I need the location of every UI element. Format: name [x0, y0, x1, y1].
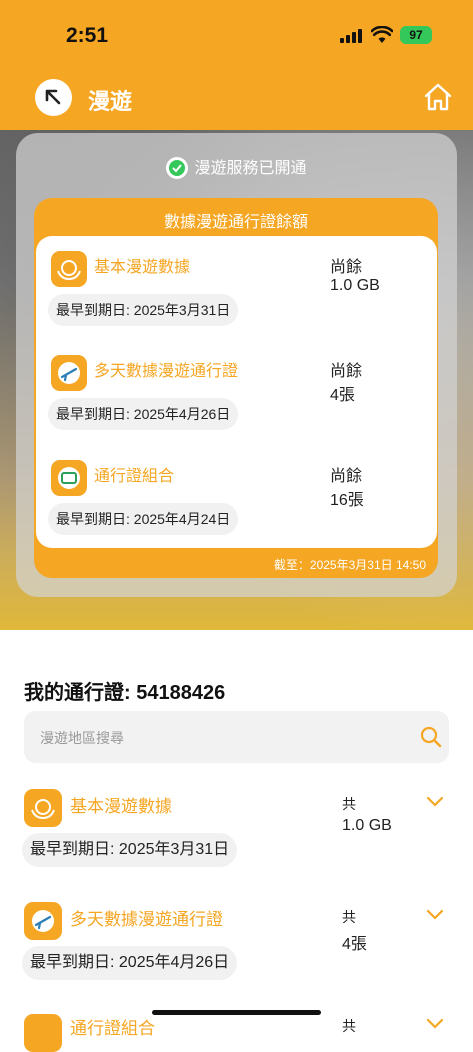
search-bar	[24, 711, 449, 763]
battery-icon: 97	[400, 26, 432, 44]
my-passes-title: 我的通行證: 54188426	[24, 682, 226, 704]
chevron-down-icon[interactable]	[426, 796, 444, 808]
home-icon[interactable]	[423, 82, 453, 112]
plane-icon	[51, 355, 87, 391]
total-value: 4張	[342, 936, 367, 953]
remaining-value: 1.0 GB	[330, 277, 380, 294]
total-label: 共	[342, 909, 356, 925]
balance-item-name: 多天數據漫遊通行證	[94, 363, 239, 380]
chevron-down-icon[interactable]	[426, 1018, 444, 1030]
home-indicator[interactable]	[152, 1010, 321, 1015]
balance-item-name: 通行證組合	[94, 468, 175, 485]
globe-hands-icon	[24, 789, 62, 827]
remaining-label: 尚餘	[330, 468, 363, 485]
expiry-date: 最早到期日: 2025年4月24日	[48, 503, 239, 535]
chevron-down-icon[interactable]	[426, 909, 444, 921]
expiry-date: 最早到期日: 2025年3月31日	[22, 833, 238, 867]
expiry-date: 最早到期日: 2025年4月26日	[22, 946, 238, 980]
ticket-icon	[51, 460, 87, 496]
balance-timestamp: 截至：2025年3月31日 14:50	[273, 558, 426, 572]
plane-icon	[24, 902, 62, 940]
search-icon[interactable]	[419, 725, 443, 749]
search-input[interactable]	[38, 725, 402, 751]
service-status: 漫遊服務已開通	[0, 154, 473, 180]
pass-name: 基本漫遊數據	[70, 797, 172, 816]
ticket-icon	[24, 1014, 62, 1052]
wifi-icon	[371, 26, 393, 43]
page-title: 漫遊	[88, 89, 133, 114]
pass-name: 多天數據漫遊通行證	[70, 910, 223, 929]
status-time: 2:51	[66, 24, 109, 47]
remaining-value: 4張	[330, 387, 355, 404]
balance-card-title: 數據漫遊通行證餘額	[163, 214, 308, 231]
total-label: 共	[342, 796, 356, 812]
total-label: 共	[342, 1018, 356, 1034]
arrow-up-left-icon	[45, 89, 61, 105]
service-status-text: 漫遊服務已開通	[194, 160, 307, 177]
check-circle-icon	[166, 156, 189, 179]
remaining-label: 尚餘	[330, 363, 363, 380]
expiry-date: 最早到期日: 2025年4月26日	[48, 398, 239, 430]
pass-name: 通行證組合	[70, 1019, 155, 1038]
back-button[interactable]	[35, 79, 72, 116]
total-value: 1.0 GB	[342, 817, 392, 834]
status-bar: 2:51 97	[0, 0, 473, 70]
globe-hands-icon	[51, 251, 87, 287]
expiry-date: 最早到期日: 2025年3月31日	[48, 294, 239, 326]
cellular-signal-icon	[340, 29, 364, 43]
balance-item-name: 基本漫遊數據	[94, 259, 191, 276]
remaining-label: 尚餘	[330, 259, 363, 276]
remaining-value: 16張	[330, 492, 364, 509]
